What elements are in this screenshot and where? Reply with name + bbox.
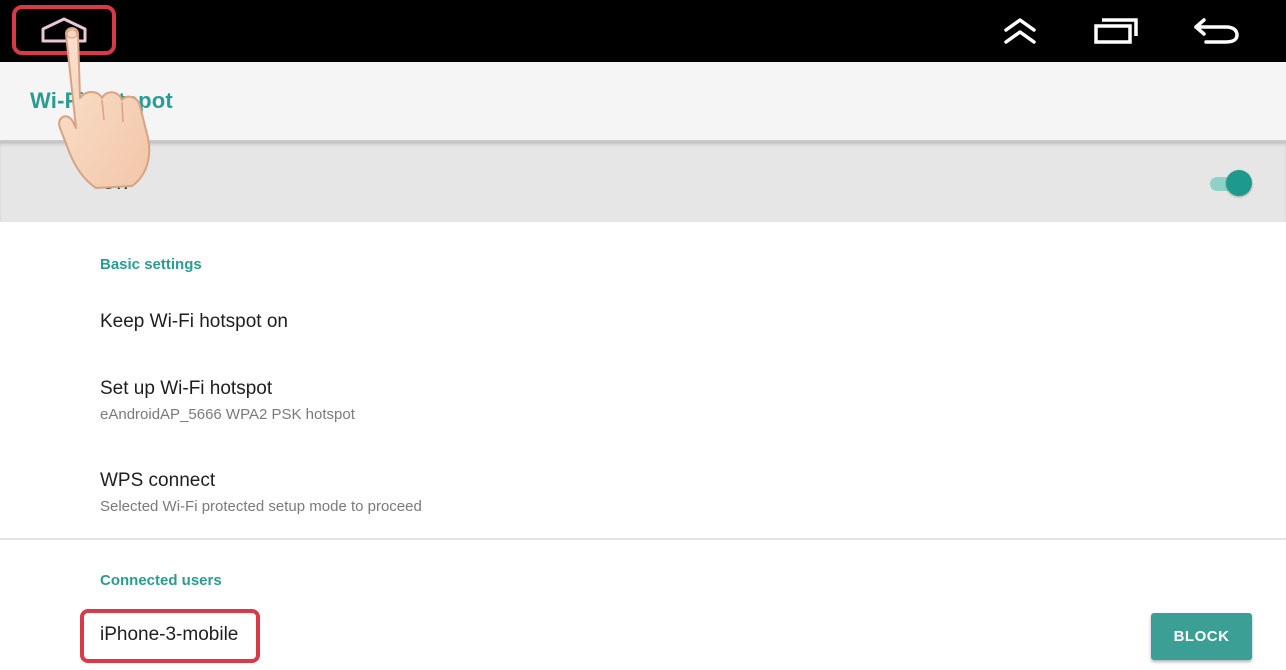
section-header-connected-users: Connected users: [100, 572, 222, 589]
setting-summary: eAndroidAP_5666 WPA2 PSK hotspot: [100, 406, 355, 423]
switch-label: On: [100, 171, 129, 194]
section-divider: [0, 538, 1286, 540]
setting-title: WPS connect: [100, 470, 216, 491]
recents-button[interactable]: [1086, 6, 1146, 56]
setting-set-up-hotspot[interactable]: Set up Wi-Fi hotspot eAndroidAP_5666 WPA…: [0, 362, 1286, 440]
connected-user-name[interactable]: iPhone-3-mobile: [100, 624, 238, 646]
home-button[interactable]: [12, 5, 116, 55]
title-bar: Wi-Fi hotspot: [0, 62, 1286, 142]
recents-icon: [1094, 18, 1138, 44]
back-arrow-icon: [1194, 18, 1239, 44]
toggle-thumb: [1226, 170, 1252, 196]
setting-wps-connect[interactable]: WPS connect Selected Wi-Fi protected set…: [0, 454, 1286, 532]
navigation-bar: [0, 0, 1286, 62]
section-header-basic-settings: Basic settings: [100, 256, 202, 273]
screen: Wi-Fi hotspot On Basic settings Keep Wi-…: [0, 0, 1286, 670]
setting-summary: Selected Wi-Fi protected setup mode to p…: [100, 498, 422, 515]
page-title: Wi-Fi hotspot: [30, 88, 173, 113]
setting-title: Set up Wi-Fi hotspot: [100, 378, 273, 399]
setting-keep-hotspot-on[interactable]: Keep Wi-Fi hotspot on: [0, 290, 1286, 354]
home-icon: [41, 17, 87, 43]
block-button[interactable]: BLOCK: [1151, 613, 1252, 660]
setting-title: Keep Wi-Fi hotspot on: [100, 311, 288, 332]
back-button[interactable]: [1186, 6, 1246, 56]
hotspot-toggle[interactable]: [1206, 170, 1254, 196]
master-switch-row[interactable]: On: [0, 142, 1286, 222]
collapse-button[interactable]: [990, 6, 1050, 56]
double-chevron-up-icon: [1004, 18, 1036, 44]
